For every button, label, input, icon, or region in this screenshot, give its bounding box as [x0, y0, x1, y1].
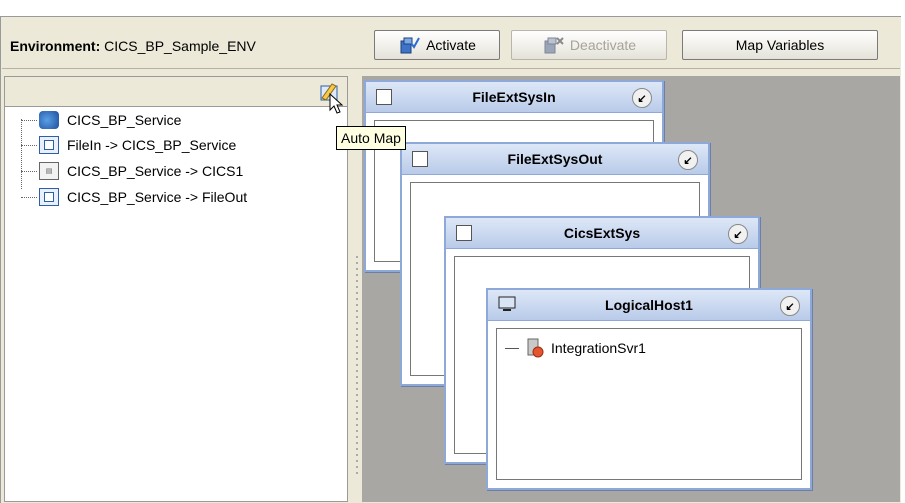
auto-map-tooltip: Auto Map: [336, 126, 406, 150]
mouse-pointer-icon: [329, 92, 344, 114]
minimize-icon[interactable]: ↙: [632, 88, 652, 108]
service-tree: CICS_BP_Service FileIn -> CICS_BP_Servic…: [4, 106, 348, 502]
window-title: CicsExtSys: [563, 225, 641, 241]
server-icon: [527, 338, 544, 358]
tree-item-filein[interactable]: FileIn -> CICS_BP_Service: [21, 134, 236, 156]
tree-item-label: CICS_BP_Service: [67, 112, 182, 128]
window-system-icon: [456, 225, 472, 241]
integration-server-label: IntegrationSvr1: [551, 340, 646, 356]
top-clipped-strip: [0, 0, 905, 8]
window-title-bar: CicsExtSys ↙: [446, 218, 758, 249]
tree-branch: [21, 196, 37, 198]
activate-button[interactable]: Activate: [374, 30, 500, 60]
deactivate-button[interactable]: Deactivate: [511, 30, 667, 60]
window-system-icon: [412, 151, 428, 167]
service-icon: [39, 111, 59, 129]
tree-item-cics[interactable]: ▤ CICS_BP_Service -> CICS1: [21, 160, 243, 182]
window-title-bar: FileExtSysIn ↙: [366, 82, 662, 113]
window-content: IntegrationSvr1: [496, 328, 802, 480]
map-variables-label: Map Variables: [735, 37, 825, 53]
minimize-icon[interactable]: ↙: [780, 296, 800, 316]
activate-label: Activate: [426, 37, 476, 53]
deactivate-label: Deactivate: [569, 37, 637, 53]
environment-label: Environment: CICS_BP_Sample_ENV: [10, 38, 256, 54]
monitor-icon: [498, 296, 516, 311]
tooltip-text: Auto Map: [341, 130, 401, 146]
connectivity-map-pane: CICS_BP_Service FileIn -> CICS_BP_Servic…: [4, 76, 350, 502]
deactivate-icon: [544, 37, 564, 54]
activate-icon: [400, 37, 420, 54]
window-title: LogicalHost1: [605, 297, 693, 313]
environment-caption: Environment:: [10, 38, 101, 54]
tree-branch: [21, 144, 37, 146]
window-title: FileExtSysOut: [507, 151, 603, 167]
tree-item-label: CICS_BP_Service -> FileOut: [67, 189, 248, 205]
tree-item-service[interactable]: CICS_BP_Service: [21, 109, 181, 131]
tree-item-label: FileIn -> CICS_BP_Service: [67, 137, 237, 153]
tree-item-label: CICS_BP_Service -> CICS1: [67, 163, 244, 179]
tree-item-fileout[interactable]: CICS_BP_Service -> FileOut: [21, 186, 247, 208]
environment-canvas: FileExtSysIn ↙ FileExtSysOut ↙ CicsExtSy…: [362, 76, 900, 502]
minimize-icon[interactable]: ↙: [728, 224, 748, 244]
map-variables-button[interactable]: Map Variables: [682, 30, 878, 60]
integration-server-item[interactable]: IntegrationSvr1: [505, 337, 646, 359]
tree-branch: [21, 119, 37, 121]
minimize-icon[interactable]: ↙: [678, 150, 698, 170]
tree-branch: [505, 347, 519, 349]
toolbar: Environment: CICS_BP_Sample_ENV Activate…: [2, 18, 900, 69]
window-logicalhost1[interactable]: LogicalHost1 ↙ IntegrationSvr1: [486, 288, 812, 490]
tree-branch: [21, 170, 37, 172]
window-title-bar: LogicalHost1 ↙: [488, 290, 810, 321]
cics-icon: ▤: [39, 162, 59, 180]
document-icon: [39, 136, 59, 154]
pane-header: [4, 76, 348, 106]
document-icon: [39, 188, 59, 206]
window-title-bar: FileExtSysOut ↙: [402, 144, 708, 175]
window-title: FileExtSysIn: [472, 89, 556, 105]
environment-name: CICS_BP_Sample_ENV: [104, 38, 256, 54]
window-system-icon: [376, 89, 392, 105]
